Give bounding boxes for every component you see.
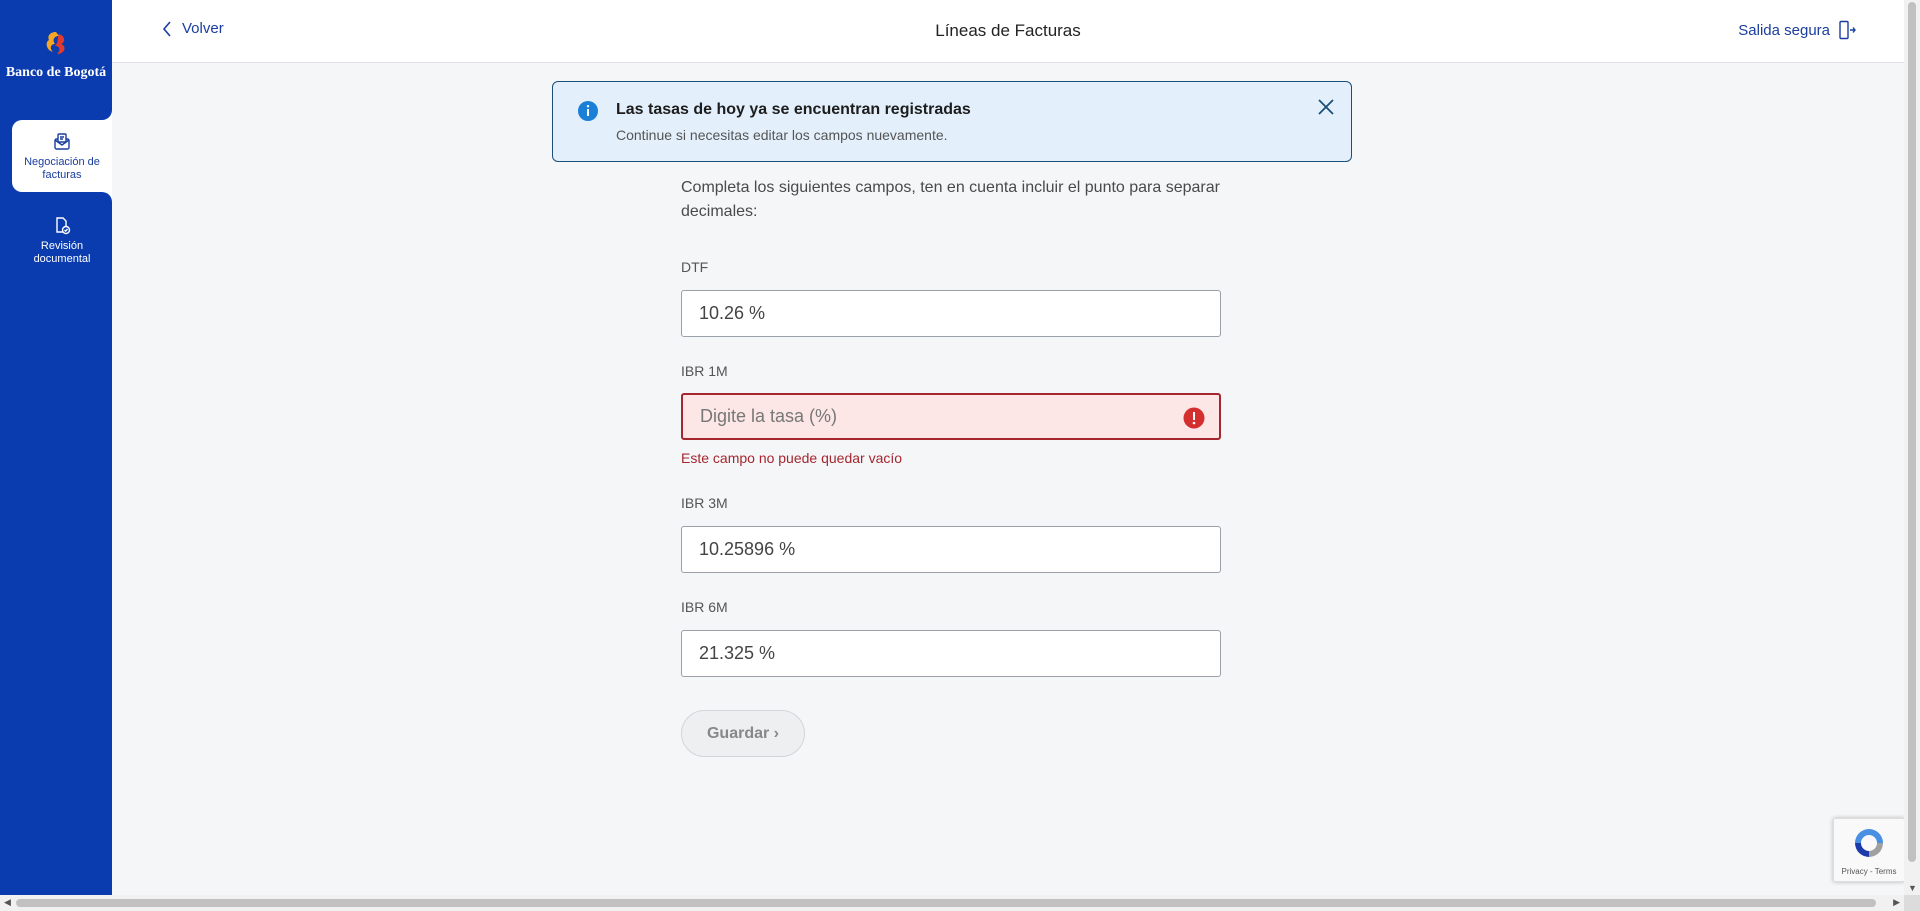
scroll-left-arrow-icon[interactable]: ◀ bbox=[4, 897, 11, 908]
dtf-label: DTF bbox=[681, 259, 709, 275]
secure-exit-button[interactable]: Salida segura bbox=[1738, 20, 1856, 40]
alert-title: Las tasas de hoy ya se encuentran regist… bbox=[616, 101, 971, 118]
invoice-envelope-icon bbox=[54, 133, 70, 150]
recaptcha-privacy-link[interactable]: Privacy bbox=[1842, 867, 1868, 876]
dtf-input[interactable] bbox=[682, 291, 1220, 336]
sidebar-notch bbox=[100, 108, 112, 120]
recaptcha-badge[interactable]: Privacy - Terms bbox=[1833, 818, 1905, 882]
dtf-field bbox=[681, 290, 1221, 337]
vertical-scrollbar[interactable]: ▼ bbox=[1904, 0, 1920, 895]
sidebar-item-label: Negociación de facturas bbox=[24, 156, 100, 181]
ibr-3m-label: IBR 3M bbox=[681, 495, 728, 511]
sidebar-item-negociacion[interactable]: Negociación de facturas bbox=[12, 120, 112, 192]
horizontal-scrollbar[interactable]: ◀ ▶ bbox=[0, 895, 1904, 911]
ibr-1m-error: Este campo no puede quedar vacío bbox=[681, 450, 903, 466]
sidebar-item-revision[interactable]: Revisión documental bbox=[12, 204, 112, 276]
form-instructions: Completa los siguientes campos, ten en c… bbox=[681, 179, 1220, 220]
ibr-6m-field bbox=[681, 630, 1221, 677]
recaptcha-separator: - bbox=[1867, 867, 1875, 876]
scroll-down-arrow-icon[interactable]: ▼ bbox=[1908, 883, 1917, 893]
bank-logo-icon bbox=[46, 32, 65, 54]
secure-exit-label: Salida segura bbox=[1738, 21, 1830, 39]
info-icon bbox=[578, 101, 598, 121]
top-header: Volver Líneas de Facturas Salida segura bbox=[112, 0, 1904, 63]
ibr-1m-input[interactable] bbox=[683, 395, 1219, 438]
bank-logo[interactable]: Banco de Bogotá bbox=[0, 30, 112, 80]
document-check-icon bbox=[56, 217, 71, 235]
bank-logo-text: Banco de Bogotá bbox=[5, 65, 107, 80]
ibr-3m-input[interactable] bbox=[682, 527, 1220, 572]
info-alert: Las tasas de hoy ya se encuentran regist… bbox=[552, 81, 1352, 162]
ibr-6m-input[interactable] bbox=[682, 631, 1220, 676]
sidebar-item-label: Revisión documental bbox=[33, 240, 91, 265]
ibr-1m-label: IBR 1M bbox=[681, 363, 728, 379]
sidebar: Banco de Bogotá Negociación de facturas … bbox=[0, 0, 112, 895]
scrollbar-corner bbox=[1904, 895, 1920, 911]
save-button[interactable]: Guardar › bbox=[681, 710, 805, 757]
sidebar-notch bbox=[100, 192, 112, 204]
ibr-6m-label: IBR 6M bbox=[681, 599, 728, 615]
scroll-right-arrow-icon[interactable]: ▶ bbox=[1893, 897, 1900, 908]
close-icon[interactable] bbox=[1315, 96, 1337, 118]
vertical-scroll-thumb[interactable] bbox=[1908, 2, 1916, 862]
ibr-3m-field bbox=[681, 526, 1221, 573]
horizontal-scroll-thumb[interactable] bbox=[16, 899, 1876, 907]
error-icon bbox=[1183, 407, 1205, 429]
recaptcha-terms-link[interactable]: Terms bbox=[1875, 867, 1897, 876]
ibr-1m-field bbox=[681, 393, 1221, 440]
alert-message: Continue si necesitas editar los campos … bbox=[616, 127, 948, 143]
recaptcha-icon bbox=[1855, 829, 1883, 857]
page-title: Líneas de Facturas bbox=[935, 21, 1081, 40]
exit-door-icon bbox=[1839, 20, 1856, 40]
recaptcha-links: Privacy - Terms bbox=[1834, 867, 1904, 876]
